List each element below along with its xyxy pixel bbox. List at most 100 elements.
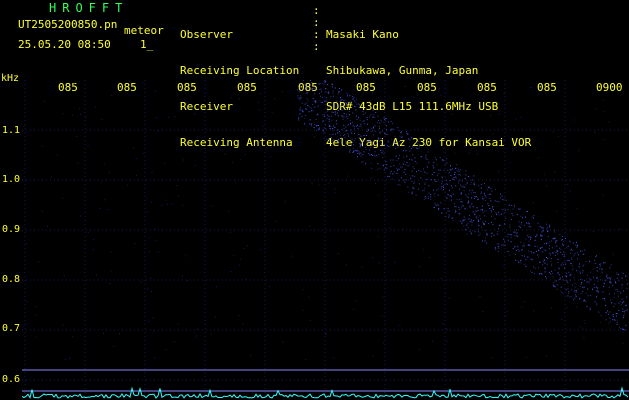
trail-pixel	[354, 133, 355, 134]
trail-pixel	[369, 114, 371, 116]
trail-pixel	[473, 184, 475, 186]
trail-pixel	[448, 172, 450, 174]
trail-pixel	[356, 98, 358, 100]
trail-pixel	[495, 248, 497, 250]
trail-pixel	[332, 139, 334, 141]
trail-pixel	[299, 97, 301, 99]
trail-pixel	[303, 80, 304, 81]
observer-label: Observer	[180, 28, 233, 41]
trail-pixel	[417, 143, 419, 145]
trail-pixel	[512, 248, 514, 249]
trail-pixel	[446, 158, 447, 160]
trail-pixel	[561, 262, 563, 264]
trail-pixel	[477, 228, 479, 230]
trail-pixel	[366, 130, 368, 132]
noise-pixel	[240, 159, 241, 161]
noise-pixel	[103, 163, 105, 165]
noise-pixel	[479, 103, 481, 105]
trail-pixel	[538, 267, 539, 269]
noise-pixel	[150, 277, 152, 279]
trail-pixel	[467, 222, 469, 224]
trail-pixel	[384, 119, 386, 120]
marker-label: 1_	[140, 38, 154, 51]
trail-pixel	[510, 241, 512, 243]
trail-pixel	[458, 181, 459, 183]
trail-pixel	[595, 256, 597, 258]
noise-pixel	[258, 109, 260, 111]
trail-pixel	[426, 158, 428, 160]
trail-pixel	[312, 110, 314, 112]
trail-pixel	[426, 172, 428, 174]
trail-pixel	[339, 131, 340, 133]
trail-pixel	[605, 312, 607, 314]
trail-pixel	[488, 186, 490, 188]
trail-pixel	[478, 234, 480, 236]
noise-pixel	[627, 282, 629, 284]
trail-pixel	[371, 154, 372, 155]
trail-pixel	[447, 183, 449, 185]
trail-pixel	[308, 100, 310, 102]
trail-pixel	[354, 105, 356, 107]
trail-pixel	[410, 148, 412, 150]
trail-pixel	[436, 180, 438, 182]
trail-pixel	[434, 193, 436, 195]
trail-pixel	[561, 292, 563, 294]
noise-pixel	[72, 336, 74, 338]
trail-pixel	[545, 249, 547, 251]
trail-pixel	[618, 280, 620, 282]
trail-pixel	[478, 221, 480, 222]
trail-pixel	[479, 187, 481, 189]
trail-pixel	[414, 175, 416, 177]
trail-pixel	[555, 242, 557, 244]
noise-pixel	[26, 300, 28, 302]
trail-pixel	[491, 215, 493, 217]
trail-pixel	[569, 279, 571, 281]
trail-pixel	[452, 220, 454, 222]
trail-pixel	[313, 88, 315, 90]
trail-pixel	[383, 117, 385, 119]
noise-pixel	[47, 225, 49, 227]
noise-pixel	[468, 140, 470, 142]
trail-pixel	[474, 231, 476, 233]
noise-pixel	[187, 280, 189, 282]
noise-pixel	[325, 334, 327, 336]
trail-pixel	[556, 249, 558, 251]
trail-pixel	[461, 223, 463, 225]
trail-pixel	[390, 166, 392, 168]
trail-pixel	[438, 188, 440, 190]
noise-pixel	[413, 96, 415, 98]
trail-pixel	[442, 185, 444, 187]
noise-pixel	[23, 125, 25, 127]
trail-pixel	[552, 252, 553, 254]
trail-pixel	[390, 121, 392, 122]
noise-pixel	[311, 182, 313, 184]
trail-pixel	[575, 294, 576, 296]
noise-pixel	[154, 90, 156, 92]
noise-pixel	[433, 195, 435, 197]
trail-pixel	[378, 125, 380, 127]
trail-pixel	[469, 230, 471, 232]
trail-pixel	[618, 326, 620, 328]
y-tick: 0.8	[2, 274, 21, 285]
trail-pixel	[596, 287, 598, 289]
trail-pixel	[311, 82, 313, 83]
trail-pixel	[453, 179, 455, 181]
trail-pixel	[316, 125, 318, 126]
trail-pixel	[610, 282, 612, 284]
trail-pixel	[409, 150, 411, 152]
noise-pixel	[38, 261, 40, 263]
noise-pixel	[524, 301, 526, 303]
trail-pixel	[360, 143, 362, 145]
trail-pixel	[447, 194, 449, 195]
trail-pixel	[596, 286, 597, 288]
trail-pixel	[359, 146, 361, 148]
noise-pixel	[299, 142, 301, 143]
trail-pixel	[323, 132, 325, 134]
trail-pixel	[339, 88, 340, 89]
noise-pixel	[607, 323, 609, 324]
trail-pixel	[617, 313, 619, 314]
trail-pixel	[524, 263, 526, 265]
noise-pixel	[50, 176, 52, 178]
trail-pixel	[407, 133, 409, 135]
trail-pixel	[612, 316, 614, 318]
